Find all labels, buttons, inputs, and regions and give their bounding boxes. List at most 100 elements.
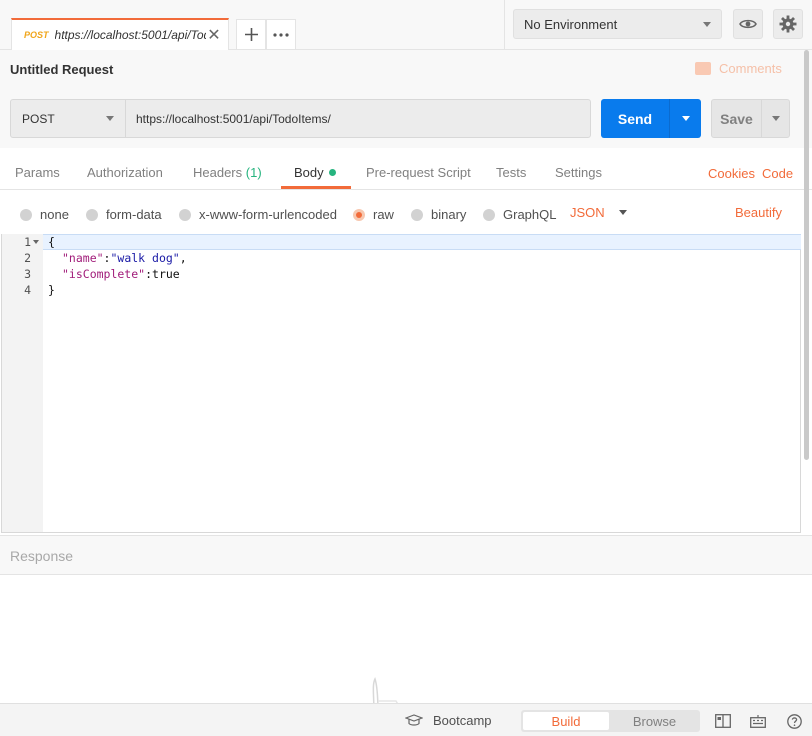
tab-headers-label: Headers <box>193 165 243 180</box>
code-text: "isComplete":true <box>62 266 180 282</box>
radio-binary[interactable]: binary <box>411 207 466 222</box>
beautify-link[interactable]: Beautify <box>735 205 782 220</box>
body-editor[interactable]: 1 { 2 "name":"walk dog", 3 "isComplete":… <box>1 234 801 533</box>
json-key: "isComplete" <box>62 267 146 281</box>
headers-count-badge: (1) <box>245 165 262 180</box>
radio-graphql[interactable]: GraphQL <box>483 207 556 222</box>
chevron-down-icon <box>618 210 627 215</box>
divider <box>504 0 505 50</box>
line-number: 1 <box>24 235 31 249</box>
code-text: } <box>48 283 55 297</box>
comments-button[interactable]: Comments <box>695 61 782 76</box>
tab-headers[interactable]: Headers (1) <box>193 165 262 180</box>
send-button[interactable]: Send <box>601 99 669 138</box>
response-header: Response <box>0 535 812 575</box>
json-colon: : <box>145 267 153 281</box>
tab-body-label: Body <box>294 165 324 180</box>
environment-select[interactable]: No Environment <box>513 9 722 39</box>
bootcamp-button[interactable]: Bootcamp <box>405 713 492 728</box>
radio-urlencoded[interactable]: x-www-form-urlencoded <box>179 207 337 222</box>
json-value: "walk dog" <box>110 251 180 265</box>
request-tab-url: https://localhost:5001/api/Todo... <box>54 28 206 42</box>
bootcamp-label: Bootcamp <box>433 713 492 728</box>
keyboard-shortcuts-icon[interactable] <box>750 714 766 728</box>
scrollbar[interactable] <box>804 50 809 460</box>
radio-circle <box>483 208 495 221</box>
url-row: POST Send Save <box>0 90 812 148</box>
tab-pre-request-script[interactable]: Pre-request Script <box>366 165 471 180</box>
send-options-button[interactable] <box>669 99 701 138</box>
radio-circle <box>411 208 423 221</box>
comments-label: Comments <box>719 61 782 76</box>
code-link[interactable]: Code <box>762 166 793 181</box>
tab-options-button[interactable] <box>266 19 296 50</box>
json-value: true <box>152 267 180 281</box>
request-tab[interactable]: POST https://localhost:5001/api/Todo... … <box>11 18 229 50</box>
body-format-select[interactable]: JSON <box>570 205 627 220</box>
radio-form-data[interactable]: form-data <box>86 207 162 222</box>
line-number: 4 <box>24 283 31 297</box>
plus-icon <box>244 28 258 41</box>
response-pane <box>0 575 812 703</box>
radio-form-data-label: form-data <box>106 207 162 222</box>
method-select[interactable]: POST <box>10 99 126 138</box>
url-input[interactable] <box>125 99 591 138</box>
save-button[interactable]: Save <box>711 99 762 138</box>
method-label: POST <box>22 111 55 126</box>
radio-raw[interactable]: raw <box>353 207 394 222</box>
tab-settings[interactable]: Settings <box>555 165 602 180</box>
radio-circle <box>20 208 32 221</box>
gear-icon <box>779 15 797 33</box>
body-format-label: JSON <box>570 205 605 220</box>
settings-button[interactable] <box>773 9 803 39</box>
tab-body[interactable]: Body <box>294 165 336 180</box>
ellipsis-icon <box>273 32 289 37</box>
save-options-button[interactable] <box>761 99 790 138</box>
code-text: { <box>48 235 55 249</box>
tab-params[interactable]: Params <box>15 165 60 180</box>
radio-none-label: none <box>40 207 69 222</box>
line-number: 2 <box>24 251 31 265</box>
eye-icon <box>739 19 757 29</box>
close-icon[interactable]: ✕ <box>206 25 222 45</box>
request-name[interactable]: Untitled Request <box>10 62 113 77</box>
chevron-down-icon <box>703 21 711 27</box>
json-key: "name" <box>62 251 104 265</box>
radio-circle-selected <box>353 208 365 221</box>
status-dot-icon <box>328 169 336 176</box>
code-line: 4 } <box>2 282 802 298</box>
chevron-down-icon <box>681 116 690 121</box>
request-header: Untitled Request Comments <box>0 50 812 90</box>
status-bar: Bootcamp Build Browse <box>0 703 812 736</box>
request-tab-method: POST <box>24 30 49 40</box>
two-pane-view-icon[interactable] <box>715 714 731 728</box>
new-tab-button[interactable] <box>236 19 266 50</box>
response-label: Response <box>10 548 74 564</box>
radio-binary-label: binary <box>431 207 467 222</box>
browse-mode-button[interactable]: Browse <box>611 712 698 730</box>
active-tab-indicator <box>281 186 351 189</box>
request-tabs: Params Authorization Headers (1) Body Pr… <box>0 148 812 190</box>
body-type-options: none form-data x-www-form-urlencoded raw… <box>0 190 812 234</box>
radio-circle <box>86 208 98 221</box>
comment-icon <box>695 62 711 75</box>
radio-none[interactable]: none <box>20 207 69 222</box>
chevron-down-icon <box>771 116 780 121</box>
radio-raw-label: raw <box>373 207 394 222</box>
cookies-link[interactable]: Cookies <box>708 166 755 181</box>
chevron-down-icon <box>106 116 114 121</box>
rocket-icon <box>372 677 399 703</box>
tab-bar: POST https://localhost:5001/api/Todo... … <box>0 0 812 50</box>
tab-authorization[interactable]: Authorization <box>87 165 163 180</box>
help-icon[interactable] <box>787 714 802 729</box>
fold-arrow-icon[interactable] <box>33 240 39 244</box>
graduation-cap-icon <box>405 714 423 726</box>
tab-tests[interactable]: Tests <box>496 165 526 180</box>
environment-quick-look-button[interactable] <box>733 9 763 39</box>
build-mode-button[interactable]: Build <box>523 712 609 730</box>
radio-urlencoded-label: x-www-form-urlencoded <box>199 207 337 222</box>
radio-graphql-label: GraphQL <box>503 207 557 222</box>
code-line: 3 "isComplete":true <box>2 266 802 282</box>
code-text: "name":"walk dog", <box>62 250 187 266</box>
radio-circle <box>179 208 191 221</box>
